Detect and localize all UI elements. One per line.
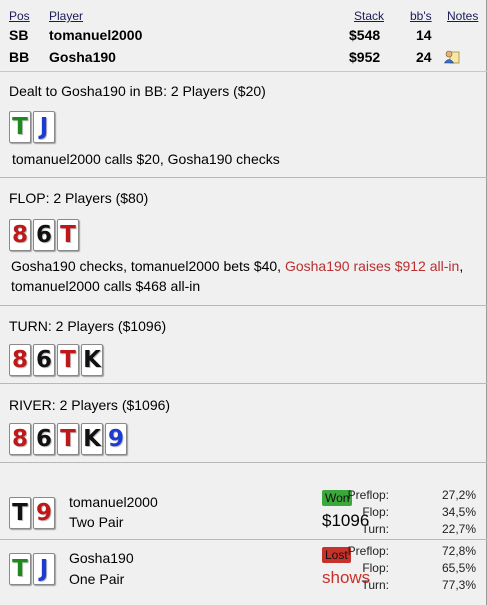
equity-value: 34,5% bbox=[441, 505, 476, 519]
equity-value: 22,7% bbox=[441, 522, 476, 536]
player-stack: $952 bbox=[349, 49, 381, 65]
card: 8 bbox=[9, 219, 31, 251]
card: J bbox=[33, 553, 55, 585]
players-table: Pos Player Stack bb's Notes SB tomanuel2… bbox=[0, 0, 487, 72]
river-title: RIVER: 2 Players ($1096) bbox=[9, 397, 171, 413]
board-cards: 8 6 T bbox=[9, 219, 79, 251]
result-player-name: Gosha190 bbox=[69, 550, 134, 566]
equity-label: Preflop: bbox=[347, 488, 389, 502]
equity-label: Preflop: bbox=[347, 544, 389, 558]
equity-label: Flop: bbox=[362, 561, 389, 575]
header-player[interactable]: Player bbox=[49, 9, 83, 23]
river-section: RIVER: 2 Players ($1096) 8 6 T K 9 bbox=[0, 384, 487, 463]
equity-label: Turn: bbox=[361, 522, 389, 536]
player-bbs: 24 bbox=[416, 49, 432, 65]
hole-cards: T J bbox=[9, 111, 55, 143]
equity-value: 77,3% bbox=[441, 578, 476, 592]
player-pos: SB bbox=[9, 27, 29, 43]
equity-value: 72,8% bbox=[441, 544, 476, 558]
flop-title: FLOP: 2 Players ($80) bbox=[9, 190, 149, 206]
card: T bbox=[9, 553, 31, 585]
equity-label: Turn: bbox=[361, 578, 389, 592]
turn-section: TURN: 2 Players ($1096) 8 6 T K bbox=[0, 306, 487, 384]
player-row[interactable]: SB tomanuel2000 $548 14 bbox=[0, 27, 487, 47]
flop-raise-text: Gosha190 raises $912 all-in bbox=[284, 258, 460, 274]
player-pos: BB bbox=[9, 49, 30, 65]
header-bbs[interactable]: bb's bbox=[410, 9, 432, 23]
card: 9 bbox=[33, 497, 55, 529]
card: 9 bbox=[105, 423, 127, 455]
flop-action-text: Gosha190 checks, tomanuel2000 bets $40, bbox=[11, 258, 285, 274]
hand-history-panel: Pos Player Stack bb's Notes SB tomanuel2… bbox=[0, 0, 487, 605]
card: 6 bbox=[33, 423, 55, 455]
card: K bbox=[81, 344, 103, 376]
preflop-section: Dealt to Gosha190 in BB: 2 Players ($20)… bbox=[0, 72, 487, 178]
card: T bbox=[9, 497, 31, 529]
header-notes[interactable]: Notes bbox=[447, 9, 478, 23]
board-cards: 8 6 T K 9 bbox=[9, 423, 127, 455]
equity-value: 27,2% bbox=[441, 488, 476, 502]
card: J bbox=[33, 111, 55, 143]
player-stack: $548 bbox=[349, 27, 381, 43]
player-name: Gosha190 bbox=[49, 49, 116, 65]
result-row-loser: T J Gosha190 One Pair Lost shows Preflop… bbox=[0, 540, 487, 605]
result-player-name: tomanuel2000 bbox=[69, 494, 158, 510]
result-hand: Two Pair bbox=[69, 514, 124, 530]
preflop-action: tomanuel2000 calls $20, Gosha190 checks bbox=[12, 151, 280, 167]
card: 6 bbox=[33, 344, 55, 376]
card: T bbox=[57, 219, 79, 251]
card: T bbox=[57, 423, 79, 455]
card: 6 bbox=[33, 219, 55, 251]
shown-cards: T 9 bbox=[9, 497, 55, 529]
player-bbs: 14 bbox=[416, 27, 432, 43]
shown-cards: T J bbox=[9, 553, 55, 585]
flop-section: FLOP: 2 Players ($80) 8 6 T Gosha190 che… bbox=[0, 178, 487, 306]
header-stack[interactable]: Stack bbox=[354, 9, 384, 23]
result-hand: One Pair bbox=[69, 571, 125, 587]
player-row[interactable]: BB Gosha190 $952 24 bbox=[0, 49, 487, 69]
board-cards: 8 6 T K bbox=[9, 344, 103, 376]
header-pos[interactable]: Pos bbox=[9, 9, 30, 23]
player-name: tomanuel2000 bbox=[49, 27, 143, 43]
result-row-winner: T 9 tomanuel2000 Two Pair Won $1096 Pref… bbox=[0, 463, 487, 540]
equity-value: 65,5% bbox=[441, 561, 476, 575]
card: K bbox=[81, 423, 103, 455]
turn-title: TURN: 2 Players ($1096) bbox=[9, 318, 167, 334]
card: T bbox=[57, 344, 79, 376]
person-note-icon[interactable] bbox=[444, 50, 460, 64]
card: 8 bbox=[9, 344, 31, 376]
equity-label: Flop: bbox=[362, 505, 389, 519]
flop-action: Gosha190 checks, tomanuel2000 bets $40, … bbox=[11, 256, 476, 296]
card: 8 bbox=[9, 423, 31, 455]
card: T bbox=[9, 111, 31, 143]
preflop-title: Dealt to Gosha190 in BB: 2 Players ($20) bbox=[9, 83, 266, 99]
